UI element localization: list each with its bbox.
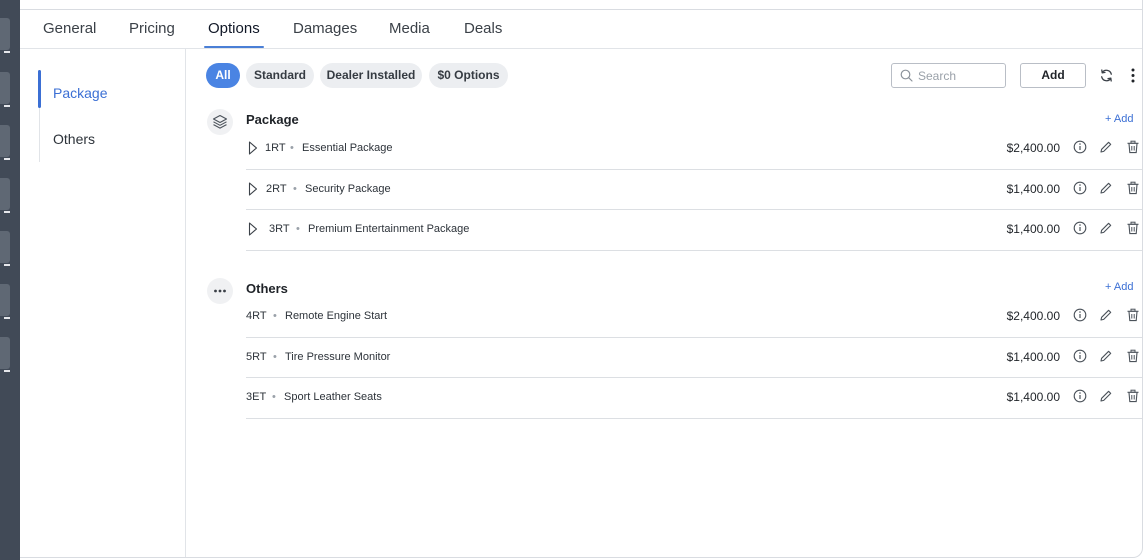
option-price: $1,400.00 <box>1006 222 1060 236</box>
expand-triangle-icon[interactable] <box>248 141 258 155</box>
option-price: $2,400.00 <box>1006 309 1060 323</box>
filter-chip-dealer-installed[interactable]: Dealer Installed <box>320 63 422 88</box>
rail-handle <box>0 284 10 319</box>
trash-icon[interactable] <box>1126 221 1140 235</box>
section-title: Others <box>246 281 288 296</box>
info-icon[interactable] <box>1073 181 1087 195</box>
edit-icon[interactable] <box>1099 389 1113 403</box>
rail-handle <box>0 125 10 160</box>
search-input[interactable] <box>918 67 1000 84</box>
option-code: 1RT <box>265 142 286 154</box>
table-row[interactable]: 2RT • Security Package $1,400.00 <box>246 181 1142 210</box>
option-name: Remote Engine Start <box>285 310 388 322</box>
info-icon[interactable] <box>1073 308 1087 322</box>
tab-deals[interactable]: Deals <box>464 20 502 37</box>
separator-dot: • <box>273 310 277 322</box>
option-name: Sport Leather Seats <box>284 391 382 403</box>
separator-dot: • <box>273 351 277 363</box>
add-package-link[interactable]: + Add <box>1105 113 1133 125</box>
expand-triangle-icon[interactable] <box>248 222 258 236</box>
option-price: $1,400.00 <box>1006 350 1060 364</box>
separator-dot: • <box>296 223 300 235</box>
trash-icon[interactable] <box>1126 181 1140 195</box>
tab-options[interactable]: Options <box>208 20 260 37</box>
option-name: Premium Entertainment Package <box>308 223 470 235</box>
table-row[interactable]: 1RT • Essential Package $2,400.00 <box>246 140 1142 170</box>
add-option-button[interactable]: Add <box>1020 63 1086 88</box>
option-code: 3ET <box>246 391 267 403</box>
edit-icon[interactable] <box>1099 221 1113 235</box>
refresh-icon[interactable] <box>1099 68 1114 83</box>
edit-icon[interactable] <box>1099 140 1113 154</box>
rail-handle <box>0 178 10 213</box>
table-row[interactable]: 3ET • Sport Leather Seats $1,400.00 <box>246 389 1142 419</box>
more-vertical-icon[interactable] <box>1129 67 1137 84</box>
option-name: Essential Package <box>302 142 393 154</box>
nav-active-indicator <box>38 70 41 108</box>
rail-handle <box>0 231 10 266</box>
add-others-link[interactable]: + Add <box>1105 281 1133 293</box>
info-icon[interactable] <box>1073 349 1087 363</box>
option-code: 2RT <box>266 183 287 195</box>
option-name: Security Package <box>305 183 391 195</box>
more-horizontal-icon <box>214 289 226 293</box>
info-icon[interactable] <box>1073 389 1087 403</box>
section-nav: Package Others <box>20 49 186 557</box>
tab-pricing[interactable]: Pricing <box>129 20 175 37</box>
trash-icon[interactable] <box>1126 389 1140 403</box>
others-section-icon <box>207 278 233 304</box>
info-icon[interactable] <box>1073 221 1087 235</box>
option-name: Tire Pressure Monitor <box>285 351 391 363</box>
option-price: $1,400.00 <box>1006 182 1060 196</box>
edit-icon[interactable] <box>1099 308 1113 322</box>
option-code: 4RT <box>246 310 267 322</box>
trash-icon[interactable] <box>1126 140 1140 154</box>
separator-dot: • <box>290 142 294 154</box>
rail-handle <box>0 337 10 372</box>
nav-item-others[interactable]: Others <box>53 131 95 147</box>
tab-bar: General Pricing Options Damages Media De… <box>20 10 1142 49</box>
option-code: 3RT <box>269 223 290 235</box>
search-icon <box>900 69 913 82</box>
table-row[interactable]: 4RT • Remote Engine Start $2,400.00 <box>246 308 1142 338</box>
nav-item-package[interactable]: Package <box>53 85 107 101</box>
tab-damages[interactable]: Damages <box>293 20 357 37</box>
edit-icon[interactable] <box>1099 349 1113 363</box>
info-icon[interactable] <box>1073 140 1087 154</box>
expand-triangle-icon[interactable] <box>248 182 258 196</box>
filter-chip-zero-options[interactable]: $0 Options <box>429 63 508 88</box>
filter-chip-standard[interactable]: Standard <box>246 63 314 88</box>
trash-icon[interactable] <box>1126 308 1140 322</box>
edit-icon[interactable] <box>1099 181 1113 195</box>
option-price: $1,400.00 <box>1006 390 1060 404</box>
table-row[interactable]: 3RT • Premium Entertainment Package $1,4… <box>246 221 1142 251</box>
layers-icon <box>212 114 228 129</box>
active-tab-indicator <box>204 46 264 48</box>
option-price: $2,400.00 <box>1006 141 1060 155</box>
separator-dot: • <box>293 183 297 195</box>
app-rail <box>0 0 20 560</box>
trash-icon[interactable] <box>1126 349 1140 363</box>
rail-handle <box>0 18 10 53</box>
package-section-icon <box>207 109 233 135</box>
filter-chip-all[interactable]: All <box>206 63 240 88</box>
rail-handle <box>0 72 10 107</box>
table-row[interactable]: 5RT • Tire Pressure Monitor $1,400.00 <box>246 349 1142 378</box>
tab-general[interactable]: General <box>43 20 96 37</box>
separator-dot: • <box>272 391 276 403</box>
option-code: 5RT <box>246 351 267 363</box>
tab-media[interactable]: Media <box>389 20 430 37</box>
search-box[interactable] <box>891 63 1006 88</box>
section-title: Package <box>246 112 299 127</box>
